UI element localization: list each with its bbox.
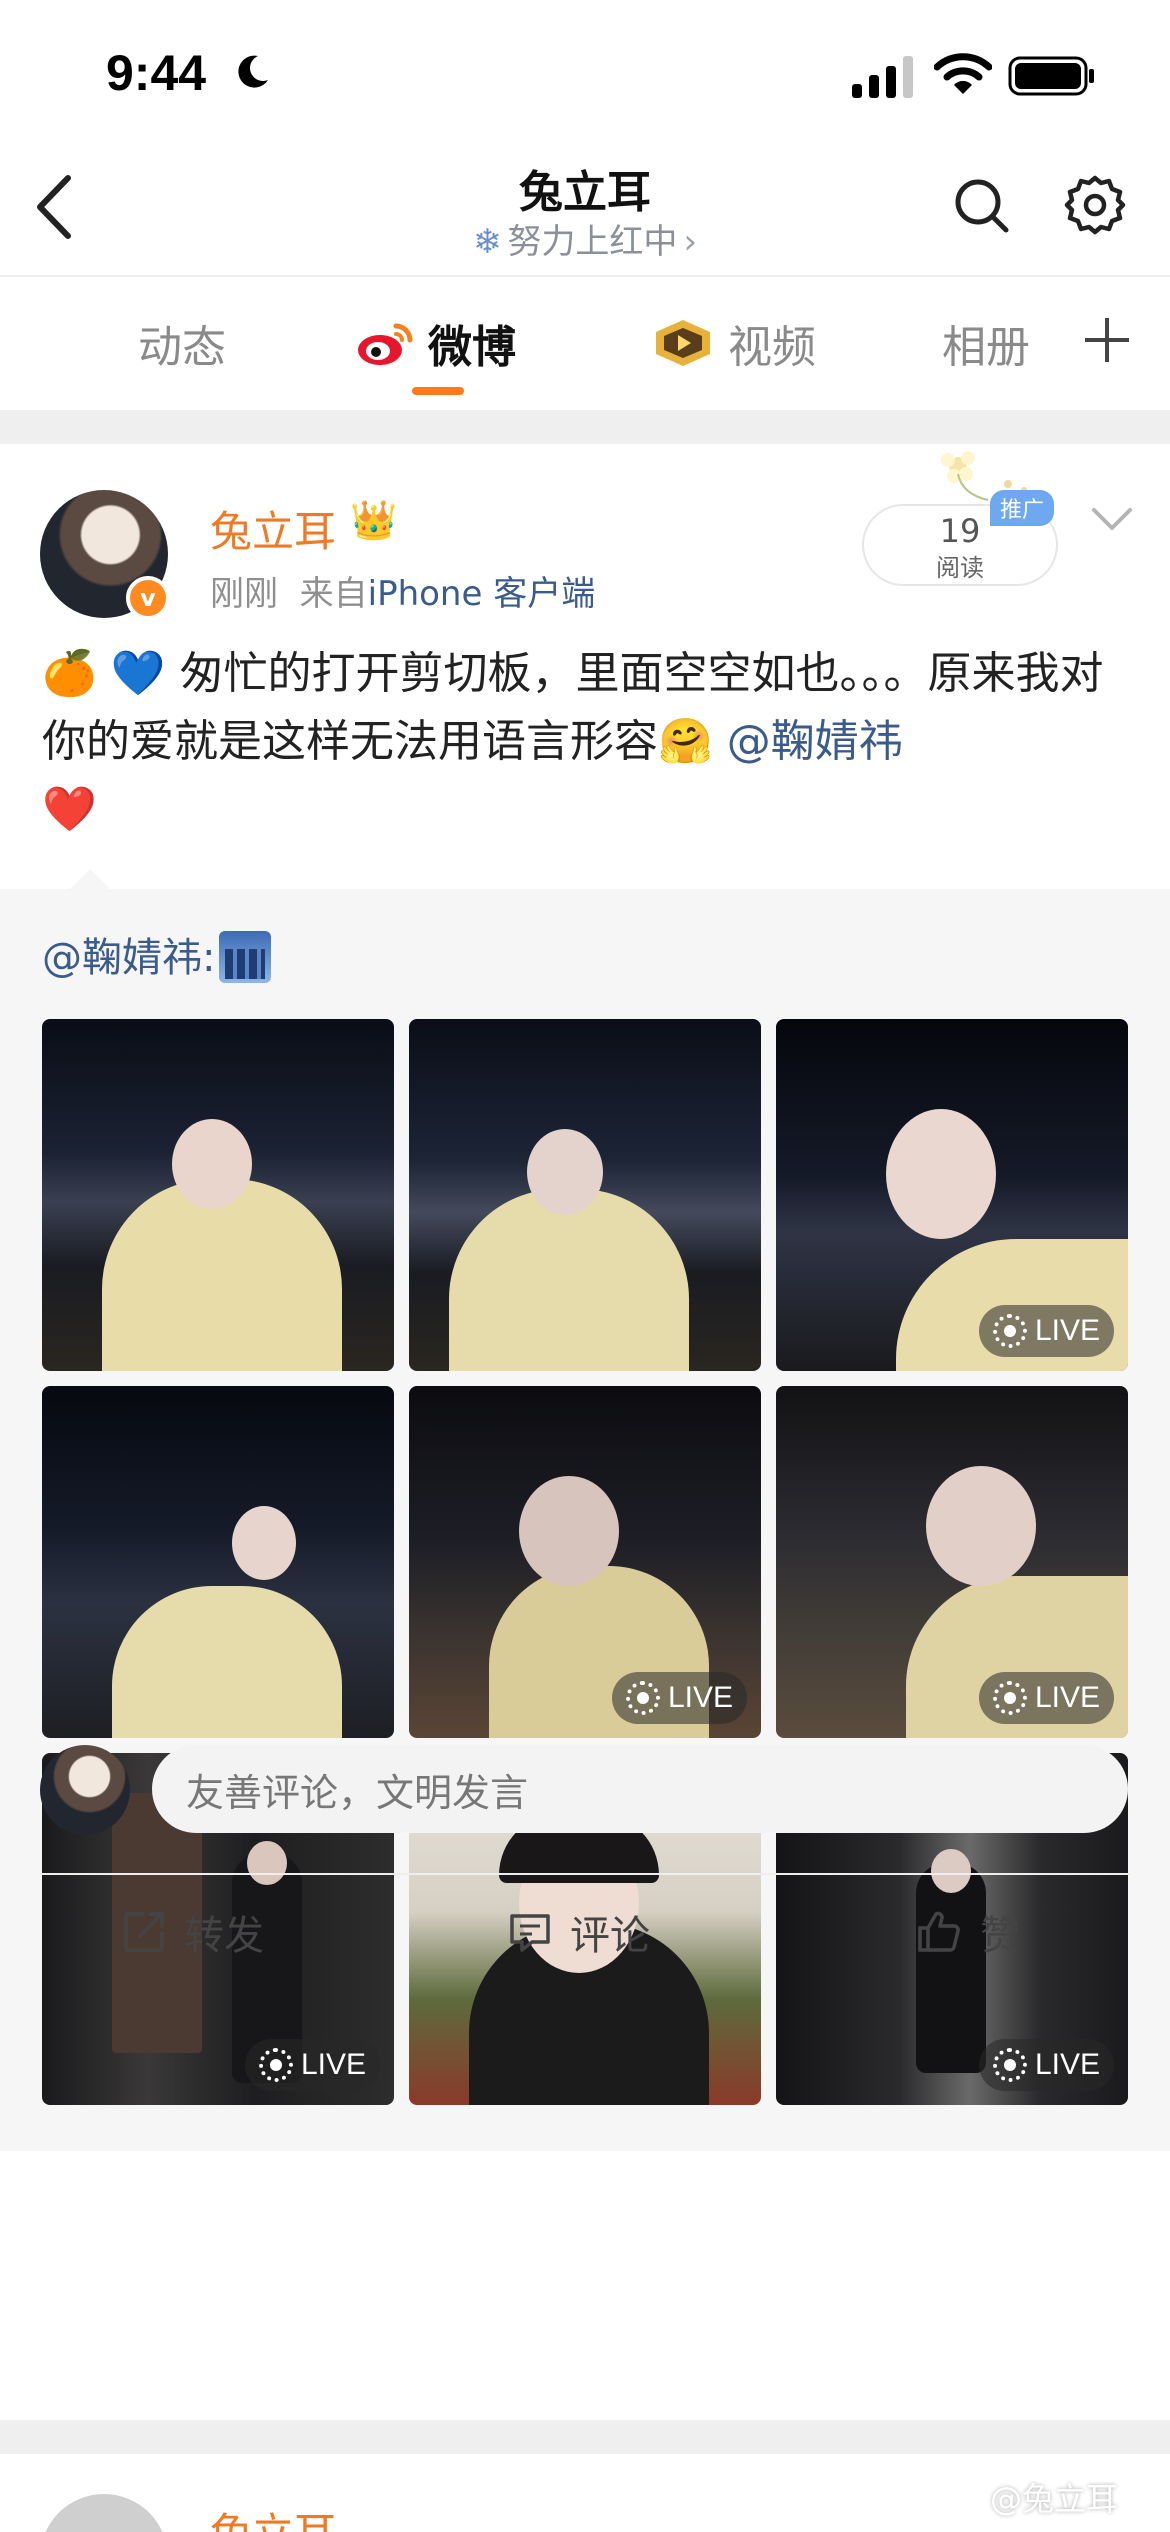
source-prefix: 来自 [299,574,368,614]
thumbs-up-icon [918,1911,960,1952]
live-label: LIVE [1034,1314,1100,1347]
tab-label: 微博 [428,322,516,373]
live-photo-icon [258,2048,293,2082]
post-body: 匆忙的打开剪切板，里面空空如也。。。原来我对你的爱就是这样无法用语言形容 [42,648,1104,767]
live-badge: LIVE [244,2039,380,2091]
moon-icon [238,55,268,88]
tab-label: 动态 [138,322,226,373]
repost-icon [124,1912,164,1952]
chevron-right-icon: › [683,222,698,262]
tab-weibo[interactable]: 微博 [356,311,516,375]
repost-author-text: @鞠婧祎: [42,935,216,981]
battery-icon [1008,56,1094,96]
photo-3[interactable]: LIVE [776,1019,1128,1371]
chevron-down-icon[interactable] [1090,504,1134,534]
comment-label: 评论 [570,1913,650,1959]
photo-6[interactable]: LIVE [776,1386,1128,1738]
post-meta: 刚刚 来自iPhone 客户端 [210,566,595,615]
status-time: 9:44 [106,45,207,101]
author-name[interactable]: 兔立耳 [210,498,336,559]
live-photo-icon [992,2048,1027,2082]
photo-2[interactable] [409,1019,761,1371]
tab-dynamic[interactable]: 动态 [138,311,226,375]
signal-icon [852,56,913,98]
photo-1[interactable] [42,1019,394,1371]
active-tab-indicator [412,387,464,395]
like-button[interactable]: 赞 [916,1903,1020,1961]
source-client: iPhone 客户端 [367,574,596,614]
verified-badge-icon: v [126,576,170,620]
live-photo-icon [992,1314,1027,1348]
repost-author[interactable]: @鞠婧祎: [42,925,272,983]
live-label: LIVE [1034,2048,1100,2081]
profile-tabs: 动态 微博 视频 相册 [0,275,1170,403]
live-label: LIVE [300,2048,366,2081]
settings-gear-button[interactable] [1064,174,1126,236]
post-emoji-mid: 🤗 [658,716,713,767]
subtitle-text: 努力上红中 [507,222,678,262]
comment-bar: 友善评论，文明发言 [0,1707,1170,1873]
live-badge: LIVE [978,2039,1114,2091]
comment-input[interactable]: 友善评论，文明发言 [152,1745,1128,1833]
photo-5[interactable]: LIVE [409,1386,761,1738]
section-divider [0,2420,1170,2454]
promo-tag: 推广 [990,490,1055,526]
photo-4[interactable] [42,1386,394,1738]
watermark: @兔立耳 [990,2480,1119,2518]
post-text: 🍊 💙 匆忙的打开剪切板，里面空空如也。。。原来我对你的爱就是这样无法用语言形容… [42,640,1132,844]
section-divider [0,410,1170,444]
tab-album[interactable]: 相册 [942,311,1030,375]
post-emoji-start: 🍊 💙 [42,648,166,699]
tab-video[interactable]: 视频 [652,311,816,375]
comment-button[interactable]: 评论 [508,1903,650,1961]
tab-label: 视频 [728,322,816,373]
post-emoji-end: ❤️ [42,784,97,835]
video-badge-icon [656,320,710,366]
cityscape-emoji-icon [219,931,272,983]
next-author-avatar [40,2494,168,2532]
like-label: 赞 [980,1913,1020,1959]
next-author-name: 兔立耳 [210,2500,336,2532]
wifi-icon [934,53,992,94]
repost-button[interactable]: 转发 [122,1903,264,1961]
weibo-logo-icon [358,323,413,365]
read-label: 阅读 [936,554,984,582]
snowflake-icon: ❄ [472,222,502,262]
search-button[interactable] [952,176,1012,236]
my-avatar [40,1745,130,1835]
add-tab-plus-icon[interactable] [1082,315,1132,365]
comment-placeholder: 友善评论，文明发言 [186,1770,529,1815]
profile-header: 兔立耳 ❄ 努力上红中 › [0,150,1170,275]
status-bar: 9:44 [0,0,1170,150]
post-mention-link[interactable]: @鞠婧祎 [727,716,903,767]
comment-icon [510,1914,550,1952]
post-action-bar: 转发 评论 赞 [40,1873,1130,1993]
post-time: 刚刚 [210,574,278,614]
crown-badge-icon: 👑 [350,498,398,542]
live-badge: LIVE [978,1305,1114,1357]
repost-label: 转发 [184,1913,264,1959]
tab-label: 相册 [942,322,1030,373]
